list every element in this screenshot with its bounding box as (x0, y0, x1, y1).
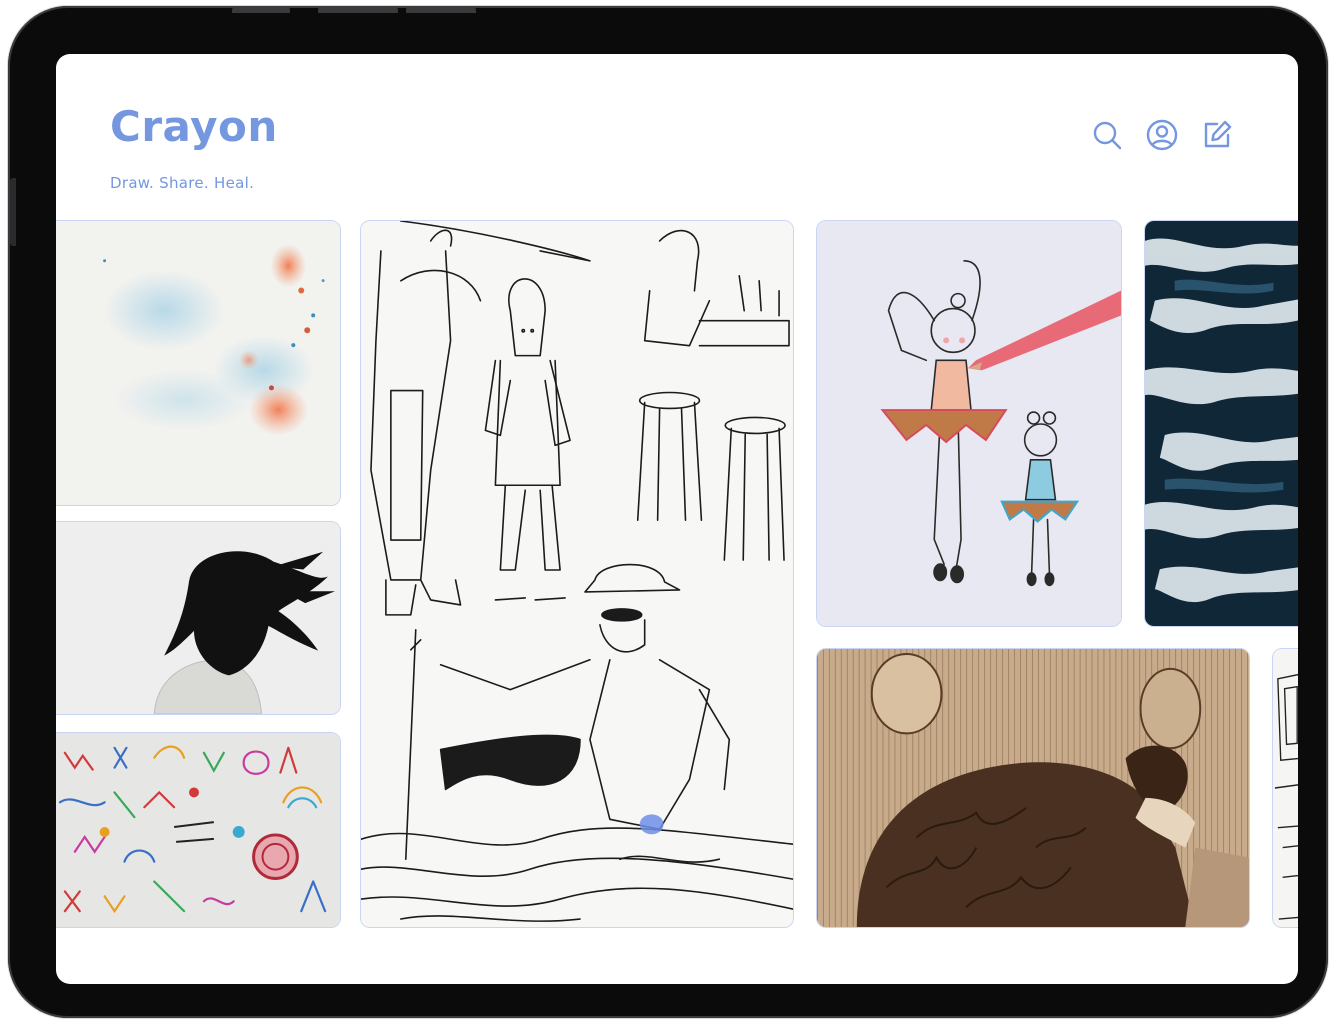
artwork-image (56, 522, 340, 714)
tablet-frame: Crayon Draw. Share. Heal. (8, 6, 1328, 1018)
artwork-image (361, 221, 793, 927)
artwork-card-doodles[interactable] (56, 732, 341, 928)
search-icon[interactable] (1090, 118, 1124, 152)
artwork-card-watercolor[interactable] (56, 220, 341, 506)
app-tagline: Draw. Share. Heal. (110, 174, 255, 192)
side-button (10, 178, 16, 246)
app-screen: Crayon Draw. Share. Heal. (56, 54, 1298, 984)
power-button (406, 7, 476, 13)
artwork-image (56, 733, 340, 927)
user-profile-icon[interactable] (1145, 118, 1179, 152)
compose-icon[interactable] (1200, 118, 1234, 152)
app-title: Crayon (110, 102, 278, 151)
artwork-image (1273, 649, 1298, 927)
volume-button (232, 7, 290, 13)
artwork-card-sketch-partial[interactable] (1272, 648, 1298, 928)
artwork-image (817, 649, 1249, 927)
artwork-card-ink-drawing[interactable] (360, 220, 794, 928)
volume-button (318, 7, 398, 13)
artwork-card-hair[interactable] (56, 521, 341, 715)
artwork-card-ballerina[interactable] (816, 220, 1122, 627)
artwork-image (1145, 221, 1298, 626)
artwork-card-etching[interactable] (816, 648, 1250, 928)
artwork-card-ocean[interactable] (1144, 220, 1298, 627)
artwork-image (56, 221, 340, 505)
artwork-image (817, 221, 1121, 626)
